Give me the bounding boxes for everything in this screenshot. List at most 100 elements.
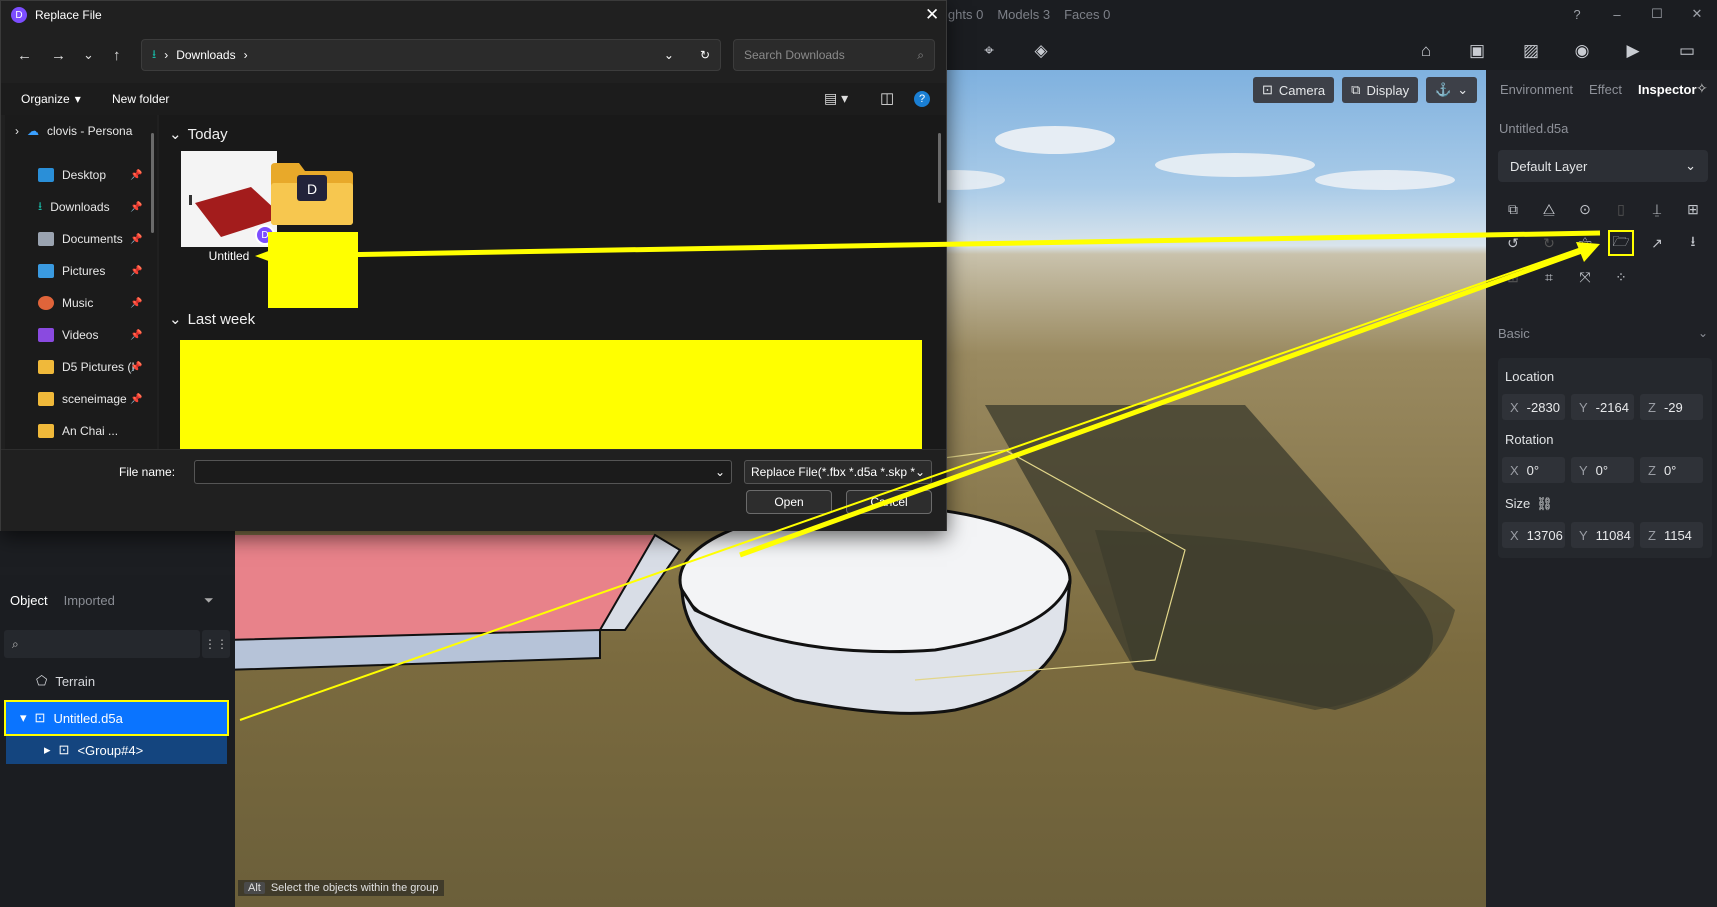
layer-select[interactable]: Default Layer ⌄ [1498,150,1708,182]
add-icon[interactable]: ⊞ [1680,196,1706,222]
magic-icon[interactable]: ✧ [1696,80,1708,97]
search-downloads-input[interactable]: Search Downloads ⌕ [733,39,935,71]
group-today[interactable]: ⌄ Today [169,125,228,144]
file-name-untitled[interactable]: Untitled [181,249,277,263]
up-arrow-icon[interactable]: ↑ [113,47,121,64]
location-label: Location [1505,369,1555,384]
mirror-icon[interactable]: ⧋ [1536,196,1562,222]
tree-item-group4[interactable]: ▸ ⊡ <Group#4> [6,736,227,764]
material-icon[interactable]: ⚝ [1572,230,1598,256]
export-icon[interactable]: ↗ [1644,230,1670,256]
location-x-field[interactable]: X -2830 [1502,394,1565,420]
scatter-icon[interactable]: ⁘ [1608,264,1634,290]
location-z-field[interactable]: Z -29 [1640,394,1703,420]
camera-icon[interactable]: ◉ [1569,38,1595,64]
back-arrow-icon[interactable]: ← [17,47,32,64]
forward-arrow-icon[interactable]: → [51,47,66,64]
grid-icon[interactable]: ⊞ [1500,264,1526,290]
file-thumbnail-untitled[interactable]: D [181,151,277,247]
undo-icon[interactable]: ↺ [1500,230,1526,256]
nav-item-downloads[interactable]: ⭳ Downloads 📌 [5,191,157,223]
nav-item-videos[interactable]: Videos 📌 [5,319,157,351]
refresh-icon[interactable]: ↻ [700,48,710,62]
replace-file-icon[interactable]: 🗁 [1608,230,1634,256]
new-folder-button[interactable]: New folder [112,92,169,106]
focus-icon[interactable]: ⊙ [1572,196,1598,222]
nav-scrollbar[interactable] [151,133,154,233]
camera-mode-icon: ⊡ [1262,82,1273,97]
minimize-button[interactable]: – [1597,0,1637,28]
maximize-button[interactable]: ☐ [1637,0,1677,28]
pictures-icon [38,264,54,278]
explode-icon[interactable]: ⤧ [1572,264,1598,290]
size-z-field[interactable]: Z 1154 [1640,522,1703,548]
ground-icon[interactable]: ⍊ [1644,196,1670,222]
close-app-button[interactable]: ✕ [1677,0,1717,28]
breadcrumb-separator-icon: › [243,48,248,62]
nav-item-onedrive[interactable]: › ☁ clovis - Persona [5,115,157,147]
help-icon[interactable]: ? [914,91,930,107]
nav-item-d5-pictures[interactable]: D5 Pictures (I 📌 [5,351,157,383]
align-icon[interactable]: ⌗ [1536,264,1562,290]
open-button[interactable]: Open [746,490,832,514]
size-y-field[interactable]: Y 11084 [1571,522,1634,548]
tree-item-untitled[interactable]: ▾ ⊡ Untitled.d5a [4,700,229,736]
nav-item-desktop[interactable]: Desktop 📌 [5,159,157,191]
bar-icon[interactable]: ▯ [1608,196,1634,222]
scene-outliner: Object Imported ⏷ ⌕ ⋮⋮ ⬠ Terrain ▾ ⊡ Untitl… [0,575,235,907]
rotation-x-field[interactable]: X 0° [1502,457,1565,483]
filename-label: File name: [119,465,176,479]
display-button[interactable]: ⧉ Display [1342,77,1419,103]
select-tool-icon[interactable]: ⌖ [976,38,1002,64]
tab-object[interactable]: Object [10,593,48,608]
collapse-icon[interactable]: ⏷ [204,593,214,608]
gizmo-dropdown[interactable]: ⚓ ⌄ [1426,77,1478,103]
nav-item-sceneimage[interactable]: sceneimage 📌 [5,383,157,415]
expand-right-icon: › [15,124,19,138]
chevron-down-icon[interactable]: ⌄ [1698,326,1708,340]
address-bar[interactable]: ⭳ › Downloads › ⌄ ↻ [141,39,721,71]
preview-pane-icon[interactable]: ◫ [880,89,894,107]
tab-environment[interactable]: Environment [1500,82,1573,97]
tray-icon[interactable]: ▭ [1674,38,1700,64]
video-icon[interactable]: ▶ [1620,38,1646,64]
grid-view-icon[interactable]: ⋮⋮ [202,630,230,658]
nav-item-documents[interactable]: Documents 📌 [5,223,157,255]
tab-imported[interactable]: Imported [64,593,115,608]
rotation-y-field[interactable]: Y 0° [1571,457,1634,483]
organize-button[interactable]: Organize ▾ [21,92,81,106]
copy-icon[interactable]: ⧉ [1500,196,1526,222]
file-type-select[interactable]: Replace File(*.fbx *.d5a *.skp *.3 ⌄ [744,460,932,484]
camera-button[interactable]: ⊡ Camera [1253,77,1335,103]
image-edit-icon[interactable]: ▨ [1518,38,1544,64]
content-scrollbar[interactable] [938,133,941,203]
rotation-z-field[interactable]: Z 0° [1640,457,1703,483]
filename-input[interactable]: ⌄ [194,460,732,484]
cancel-button[interactable]: Cancel [846,490,932,514]
vr-icon[interactable]: ▣ [1464,38,1490,64]
lock-ratio-icon[interactable]: ⛓ [1536,496,1553,512]
size-x-field[interactable]: X 13706 [1502,522,1565,548]
location-y-field[interactable]: Y -2164 [1571,394,1634,420]
save-icon[interactable]: ⭳ [1680,230,1706,256]
address-chevron-icon[interactable]: ⌄ [664,48,674,62]
folder-item[interactable]: D [271,163,353,225]
nav-item-pictures[interactable]: Pictures 📌 [5,255,157,287]
location-pin-icon[interactable]: ⌂ [1413,38,1439,64]
recent-chevron-icon[interactable]: ⌄ [83,47,94,63]
tree-item-terrain[interactable]: ⬠ Terrain [36,673,95,689]
nav-item-music[interactable]: Music 📌 [5,287,157,319]
group-last-week[interactable]: ⌄ Last week [169,310,255,329]
help-button[interactable]: ? [1557,0,1597,28]
outliner-search-input[interactable]: ⌕ [4,630,200,658]
dialog-close-icon[interactable]: ✕ [925,5,939,25]
command-bar: Organize ▾ New folder ▤ ▾ ◫ ? [1,83,946,115]
breadcrumb-downloads[interactable]: Downloads [176,48,235,62]
tab-effect[interactable]: Effect [1589,82,1622,97]
basic-section-title: Basic [1498,326,1530,341]
nav-item-anchai[interactable]: An Chai ... [5,415,157,447]
redo-icon[interactable]: ↻ [1536,230,1562,256]
layers-tool-icon[interactable]: ◈ [1028,38,1054,64]
tab-inspector[interactable]: Inspector [1638,82,1697,97]
view-options-icon[interactable]: ▤ ▾ [824,90,848,107]
